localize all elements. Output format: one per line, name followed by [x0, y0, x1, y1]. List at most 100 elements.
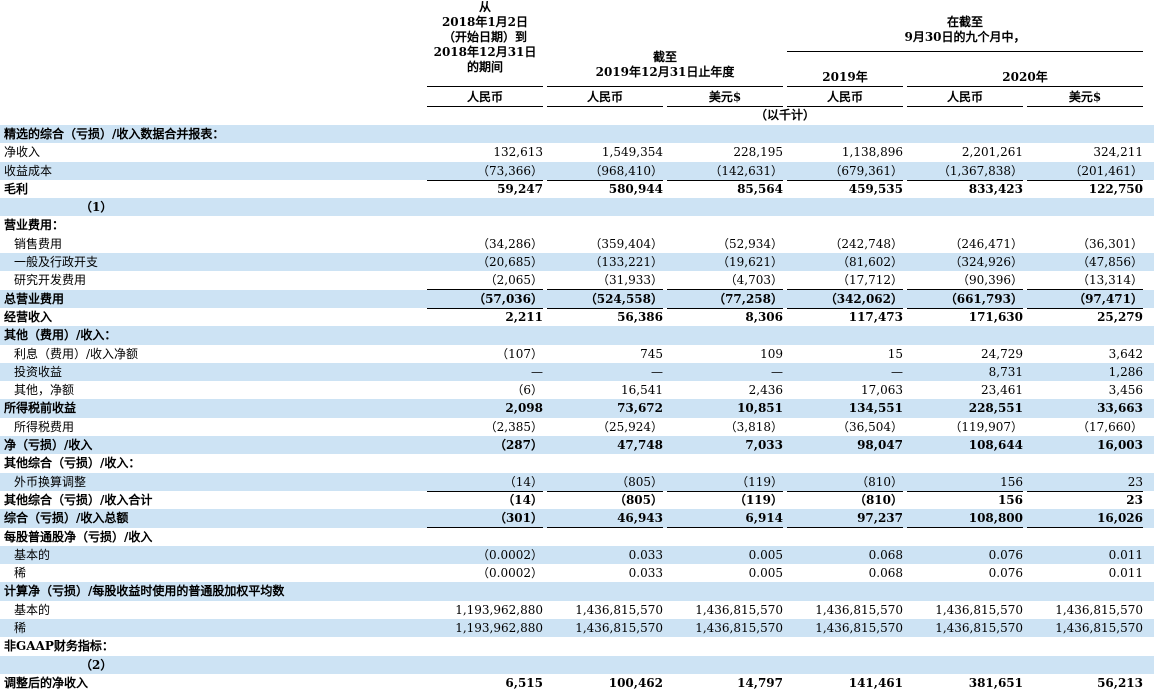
cell-value: （805）: [547, 491, 663, 510]
year-ended-2019-header: 截至 2019年12月31日止年度: [547, 50, 783, 80]
row-label: 销售费用: [14, 236, 63, 251]
row-label: 其他（费用）/收入：: [4, 328, 117, 343]
cell-value: 108,644: [968, 438, 1023, 453]
row-label: 所得税费用: [14, 419, 75, 434]
year-2019-header: 2019年: [822, 70, 868, 84]
cell-value: （36,504）: [787, 418, 903, 437]
cell-value: 85,564: [737, 181, 783, 196]
table-row: 基本的 1,193,962,880 1,436,815,570 1,436,815,5…: [0, 601, 1154, 619]
cell-value: —: [891, 364, 903, 379]
cell-value: —: [771, 364, 783, 379]
cell-value: （0.0002）: [477, 566, 543, 581]
cell-value: 0.076: [988, 547, 1023, 562]
cell-value: 109: [760, 346, 783, 361]
year-2020-header: 2020年: [1002, 70, 1048, 84]
cell-value: 0.076: [988, 566, 1023, 581]
cell-value: 122,750: [1088, 181, 1143, 196]
table-row: 基本的 （0.0002） 0.033 0.005 0.068 0.076 0.011: [0, 545, 1154, 565]
cell-value: 1,436,815,570: [1055, 621, 1143, 636]
cell-value: 17,063: [861, 383, 903, 398]
cell-value: （13,314）: [1027, 271, 1143, 291]
cell-value: （3,818）: [667, 418, 783, 437]
cell-value: 15: [887, 346, 903, 361]
currency-rmb-2019: 人民币: [826, 90, 863, 104]
cell-value: （805）: [547, 473, 663, 492]
cell-value: 381,651: [968, 675, 1023, 690]
cell-value: 1,436,815,570: [935, 602, 1023, 617]
cell-value: （301）: [427, 509, 543, 529]
cell-value: 2,436: [748, 383, 783, 398]
table-row: 净（亏损）/收入 （287） 47,748 7,033 98,047 108,644 16,…: [0, 436, 1154, 455]
row-label: 营业费用：: [4, 218, 65, 233]
cell-value: 228,551: [968, 401, 1023, 416]
table-row: 稀 1,193,962,880 1,436,815,570 1,436,815,570…: [0, 619, 1154, 638]
row-label: 精选的综合（亏损）/收入数据合并报表：: [4, 127, 225, 141]
table-row: 收益成本 （73,366） （968,410） （142,631） （679,361）（…: [0, 161, 1154, 181]
header-line: 从: [478, 0, 491, 14]
cell-value: （661,793）: [907, 290, 1023, 309]
cell-value: （242,748）: [829, 236, 903, 251]
cell-value: （2,065）: [427, 271, 543, 291]
cell-value: （142,631）: [667, 162, 783, 181]
currency-rule-3: [667, 106, 783, 107]
footnote-marker: （1）: [80, 200, 113, 215]
nine-months-header: 在截至 9月30日的九个月中，: [787, 15, 1143, 45]
cell-value: （97,471）: [1027, 290, 1143, 309]
currency-usd-2019-annual: 美元$: [708, 90, 742, 104]
cell-value: 833,423: [968, 181, 1023, 196]
cell-value: 1,436,815,570: [1055, 602, 1143, 617]
cell-value: （359,404）: [589, 236, 663, 251]
cell-value: 8,306: [745, 309, 783, 324]
cell-value: 2,098: [505, 401, 543, 416]
year-rule-2019: [787, 86, 903, 87]
table-row: 所得税费用 （2,385） （25,924） （3,818） （36,504） （119,…: [0, 418, 1154, 437]
table-row: 一般及行政开支 （20,685） （133,221） （19,621） （81,602）…: [0, 253, 1154, 272]
row-label: 毛利: [4, 181, 29, 196]
cell-value: 134,551: [848, 401, 903, 416]
cell-value: （90,396）: [907, 271, 1023, 291]
cell-value: （246,471）: [949, 236, 1023, 251]
cell-value: （107）: [496, 346, 543, 361]
table-row: （1）: [0, 198, 1154, 217]
currency-rule-2: [547, 106, 663, 107]
cell-value: （342,062）: [787, 290, 903, 309]
row-label: 一般及行政开支: [14, 255, 99, 270]
period-2018-header: 从 2018年1月2日 （开始日期）到 2018年12月31日 的期间: [427, 0, 543, 75]
cell-value: 1,436,815,570: [575, 602, 663, 617]
cell-value: 56,386: [617, 309, 663, 324]
cell-value: （34,286）: [477, 236, 543, 251]
table-body: 精选的综合（亏损）/收入数据合并报表： 净收入 132,613 1,549,354 22…: [0, 125, 1154, 692]
row-label: 其他综合（亏损）/收入合计: [4, 492, 153, 507]
row-label: 投资收益: [14, 364, 63, 379]
table-row: 外币换算调整 （14） （805） （119） （810） 156 23: [0, 472, 1154, 492]
header-line: 2018年1月2日: [441, 15, 529, 29]
row-label: 经营收入: [4, 309, 53, 324]
table-row: 其他（费用）/收入：: [0, 326, 1154, 345]
table-row: 所得税前收益 2,098 73,672 10,851 134,551 228,551 33,…: [0, 399, 1154, 418]
cell-value: 1,436,815,570: [815, 602, 903, 617]
cell-value: 0.011: [1108, 547, 1143, 562]
table-row: 营业费用：: [0, 216, 1154, 234]
row-label: 稀: [14, 566, 27, 581]
cell-value: （14）: [427, 473, 543, 492]
cell-value: （119）: [667, 491, 783, 510]
row-label: 其他综合（亏损）/收入：: [4, 456, 141, 471]
table-row: 经营收入 2,211 56,386 8,306 117,473 171,630 25,279: [0, 308, 1154, 326]
row-label: 基本的: [14, 602, 51, 617]
cell-value: 46,943: [547, 509, 663, 529]
cell-value: （2,385）: [427, 418, 543, 437]
year-rule-2020: [907, 86, 1143, 87]
cell-value: （17,712）: [787, 271, 903, 291]
table-row: 利息（费用）/收入净额 （107） 745 109 15 24,729 3,642: [0, 345, 1154, 363]
row-label: 非GAAP财务指标：: [4, 639, 114, 654]
row-label: 净（亏损）/收入: [4, 438, 93, 453]
cell-value: 3,642: [1108, 346, 1143, 361]
currency-rule-5: [907, 106, 1023, 107]
table-row: 调整后的净收入 6,515 100,462 14,797 141,461 381,651 5…: [0, 674, 1154, 692]
table-row: 毛利 59,247 580,944 85,564 459,535 833,423 122,7…: [0, 180, 1154, 198]
currency-rule-4: [787, 106, 903, 107]
cell-value: （0.0002）: [477, 547, 543, 562]
cell-value: （324,926）: [949, 255, 1023, 270]
cell-value: 59,247: [497, 181, 543, 196]
cell-value: （119,907）: [907, 418, 1023, 437]
